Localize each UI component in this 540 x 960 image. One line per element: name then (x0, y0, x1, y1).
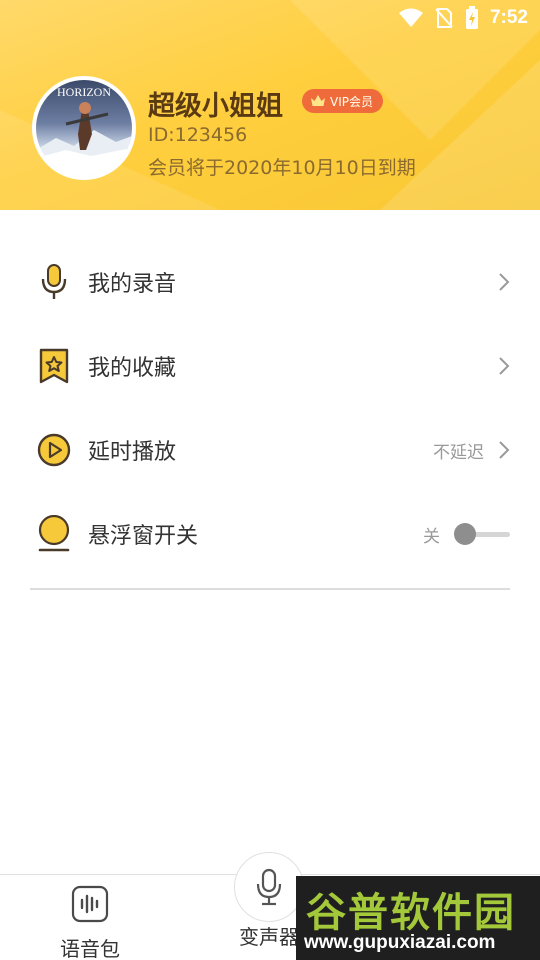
no-sim-icon (435, 8, 453, 28)
voice-pack-icon (71, 885, 109, 923)
membership-expiry: 会员将于2020年10月10日到期 (148, 157, 416, 179)
vip-badge-label: VIP会员 (330, 94, 373, 109)
microphone-icon (34, 262, 74, 302)
voice-changer-button[interactable] (234, 852, 304, 922)
profile-name: 超级小姐姐 (148, 91, 283, 122)
watermark-url: www.gupuxiazai.com (304, 932, 496, 953)
watermark: 谷普软件园 www.gupuxiazai.com (296, 876, 540, 960)
chevron-right-icon (499, 441, 510, 459)
settings-menu: 我的录音 我的收藏 延时播放 不延迟 悬浮窗开关 关 (30, 240, 510, 576)
menu-item-label: 我的收藏 (88, 356, 177, 381)
nav-item-voice-pack[interactable]: 语音包 (40, 885, 140, 960)
floating-window-toggle[interactable] (454, 523, 510, 545)
avatar[interactable]: HORIZON (32, 76, 136, 180)
microphone-icon (256, 868, 282, 906)
nav-label: 语音包 (60, 937, 120, 960)
toggle-knob (454, 523, 476, 545)
menu-item-label: 延时播放 (88, 440, 177, 465)
chevron-right-icon (499, 357, 510, 375)
bookmark-star-icon (34, 346, 74, 386)
floating-window-state: 关 (423, 526, 440, 547)
play-circle-icon (34, 430, 74, 470)
crown-icon (311, 95, 325, 106)
menu-item-label: 悬浮窗开关 (88, 524, 199, 549)
vip-badge[interactable]: VIP会员 (302, 89, 383, 113)
profile-header: 7:52 HORIZON 超级小姐姐 VIP会员 ID:123456 会员将于2… (0, 0, 540, 210)
menu-item-floating-window: 悬浮窗开关 关 (30, 492, 510, 576)
menu-item-label: 我的录音 (88, 272, 177, 297)
delay-value: 不延迟 (433, 442, 484, 463)
watermark-title: 谷普软件园 (306, 890, 516, 936)
battery-charging-icon (465, 6, 478, 29)
svg-text:HORIZON: HORIZON (57, 85, 111, 99)
status-bar: 7:52 (0, 0, 540, 36)
floating-ball-icon (34, 514, 74, 554)
menu-item-my-favorites[interactable]: 我的收藏 (30, 324, 510, 408)
wifi-icon (398, 8, 423, 27)
divider (30, 588, 510, 590)
status-time: 7:52 (489, 7, 528, 28)
header-decoration (380, 60, 540, 210)
user-id: ID:123456 (148, 124, 248, 146)
chevron-right-icon (499, 273, 510, 291)
avatar-image: HORIZON (36, 85, 132, 176)
menu-item-delay-playback[interactable]: 延时播放 不延迟 (30, 408, 510, 492)
menu-item-my-recordings[interactable]: 我的录音 (30, 240, 510, 324)
